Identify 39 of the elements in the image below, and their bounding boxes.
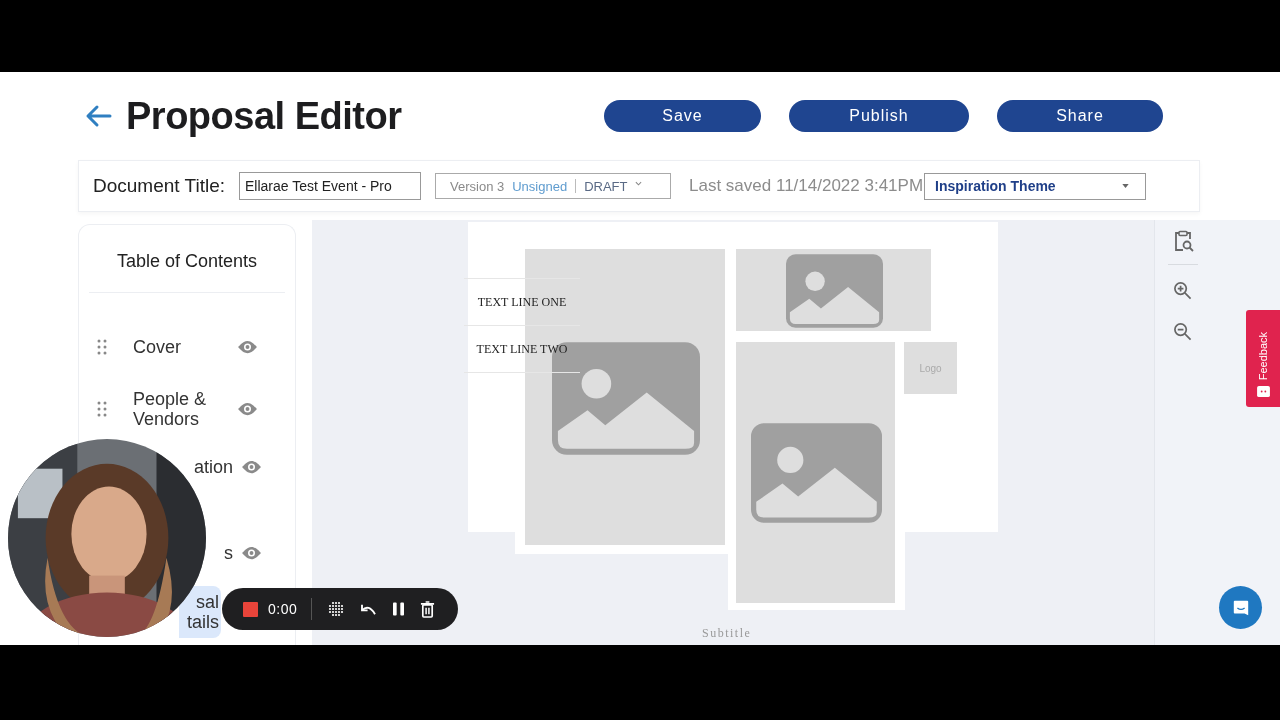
smiley-box-icon: [1256, 386, 1270, 397]
toc-item[interactable]: sal tails: [179, 586, 221, 638]
text-line[interactable]: TEXT LINE TWO: [464, 326, 580, 373]
undo-icon[interactable]: [360, 602, 378, 616]
drag-handle-icon[interactable]: [97, 339, 107, 355]
eye-icon[interactable]: [237, 402, 258, 416]
version-dropdown[interactable]: Version 3 Unsigned DRAFT: [435, 173, 671, 199]
zoom-out-icon[interactable]: [1173, 322, 1192, 341]
document-title-label: Document Title:: [93, 175, 225, 197]
pause-icon[interactable]: [393, 602, 405, 616]
drag-handle-icon[interactable]: [97, 401, 107, 417]
theme-dropdown[interactable]: Inspiration Theme: [924, 172, 1147, 200]
eye-icon[interactable]: [241, 460, 262, 474]
toc-item[interactable]: Cover: [79, 323, 277, 371]
eye-icon[interactable]: [241, 546, 262, 560]
recording-time: 0:00: [268, 601, 298, 617]
feedback-tab[interactable]: Feedback: [1246, 310, 1280, 407]
header-button[interactable]: Share: [997, 100, 1163, 132]
last-saved-text: Last saved 11/14/2022 3:41PM: [689, 176, 924, 196]
chevron-down-icon[interactable]: [635, 180, 643, 186]
toc-item[interactable]: ation: [189, 457, 277, 477]
document-title-field[interactable]: Ellarae Test Event - Pro: [239, 172, 421, 200]
chat-icon: [1231, 598, 1250, 617]
text-line[interactable]: TEXT LINE ONE: [464, 279, 580, 326]
stop-button[interactable]: [243, 601, 258, 617]
trash-icon[interactable]: [420, 600, 436, 618]
toc-item[interactable]: People & Vendors: [79, 385, 277, 433]
header-button[interactable]: Save: [604, 100, 761, 132]
grid-icon[interactable]: [328, 601, 345, 617]
eye-icon[interactable]: [237, 340, 258, 354]
back-arrow-icon[interactable]: [84, 104, 112, 128]
panel-title: Table of Contents: [115, 250, 259, 273]
image-placeholder-icon: [786, 254, 883, 328]
page-title: Proposal Editor: [126, 94, 402, 138]
caret-icon[interactable]: [1122, 184, 1130, 188]
toc-item[interactable]: s: [206, 543, 277, 563]
zoom-in-icon[interactable]: [1173, 281, 1192, 300]
header-button[interactable]: Publish: [789, 100, 969, 132]
image-placeholder-icon: [751, 423, 882, 523]
